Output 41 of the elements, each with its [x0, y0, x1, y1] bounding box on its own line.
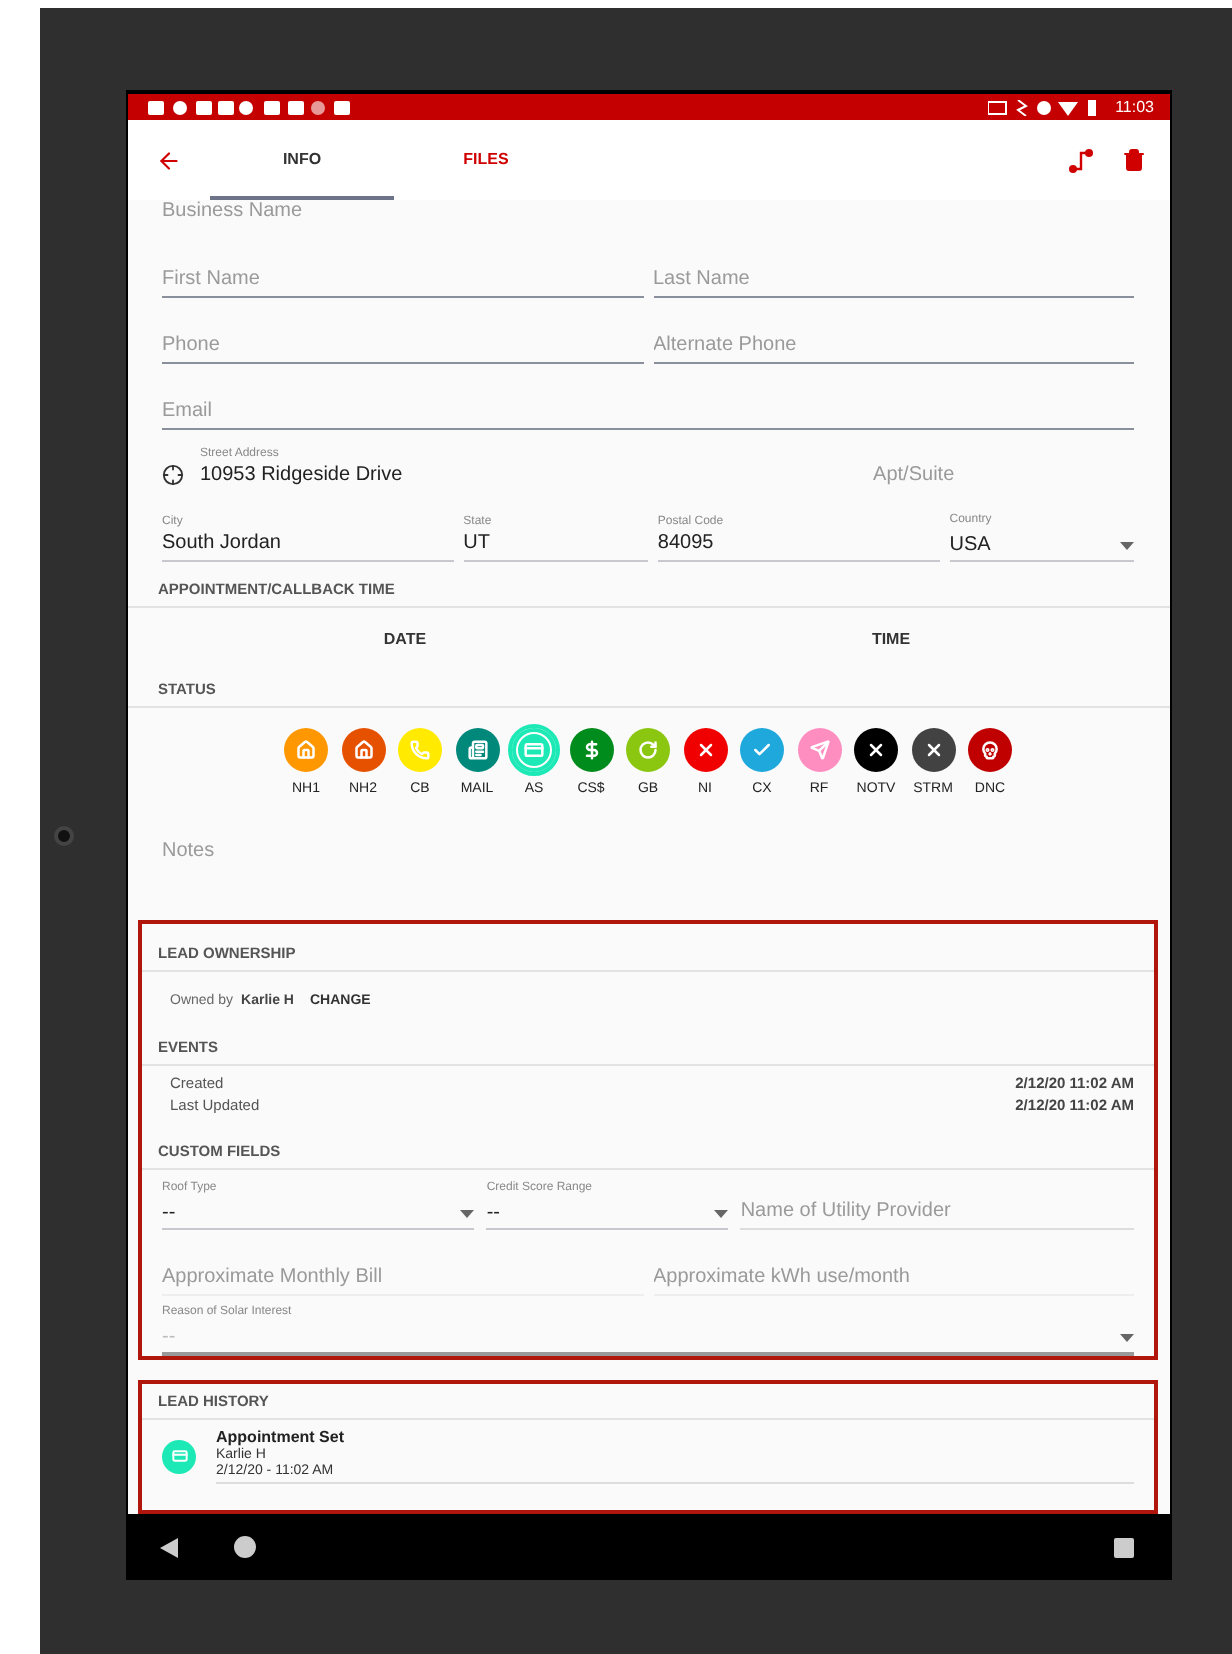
trash-icon[interactable]: [1122, 148, 1146, 172]
caret-icon: [714, 1209, 729, 1217]
input-field[interactable]: Last Name: [653, 268, 1134, 298]
location-icon[interactable]: [162, 464, 184, 486]
status-button[interactable]: [854, 728, 898, 772]
phone-icon: [410, 740, 430, 760]
home-icon: [353, 740, 373, 760]
check-icon: [752, 740, 772, 760]
status-button[interactable]: [911, 728, 955, 772]
send-icon: [809, 740, 829, 760]
newspaper-icon: [467, 740, 487, 760]
history-title: Appointment Set: [216, 1428, 346, 1446]
back-icon[interactable]: [160, 1537, 178, 1557]
home-icon[interactable]: [234, 1536, 256, 1558]
caret-icon: [1119, 541, 1134, 549]
notes-field[interactable]: Notes: [162, 824, 1134, 908]
input-field[interactable]: First Name: [162, 268, 643, 298]
status-button[interactable]: [968, 728, 1012, 772]
home-icon: [296, 740, 316, 760]
skull-icon: [980, 740, 1000, 760]
close-icon: [695, 740, 715, 760]
close-icon: [923, 740, 943, 760]
route-icon[interactable]: [1068, 147, 1094, 173]
dollar-icon: [581, 740, 601, 760]
input-field[interactable]: Apt/Suite: [693, 464, 1134, 494]
time-button[interactable]: TIME: [648, 627, 1134, 649]
input-field[interactable]: Email: [162, 400, 1134, 430]
input-field[interactable]: Business Name: [162, 200, 1134, 230]
caret-icon: [460, 1209, 475, 1217]
card-icon: [524, 740, 544, 760]
date-button[interactable]: DATE: [162, 627, 648, 649]
clock-time: 11:03: [1115, 98, 1154, 116]
input-field[interactable]: Phone: [162, 334, 643, 364]
camera-icon: [54, 825, 74, 845]
back-icon[interactable]: [156, 147, 182, 173]
caret-icon: [1120, 1333, 1134, 1341]
refresh-icon: [638, 740, 658, 760]
tab[interactable]: FILES: [394, 120, 578, 200]
recents-icon[interactable]: [1114, 1537, 1134, 1557]
close-icon: [866, 740, 886, 760]
input-field[interactable]: Alternate Phone: [653, 334, 1134, 364]
